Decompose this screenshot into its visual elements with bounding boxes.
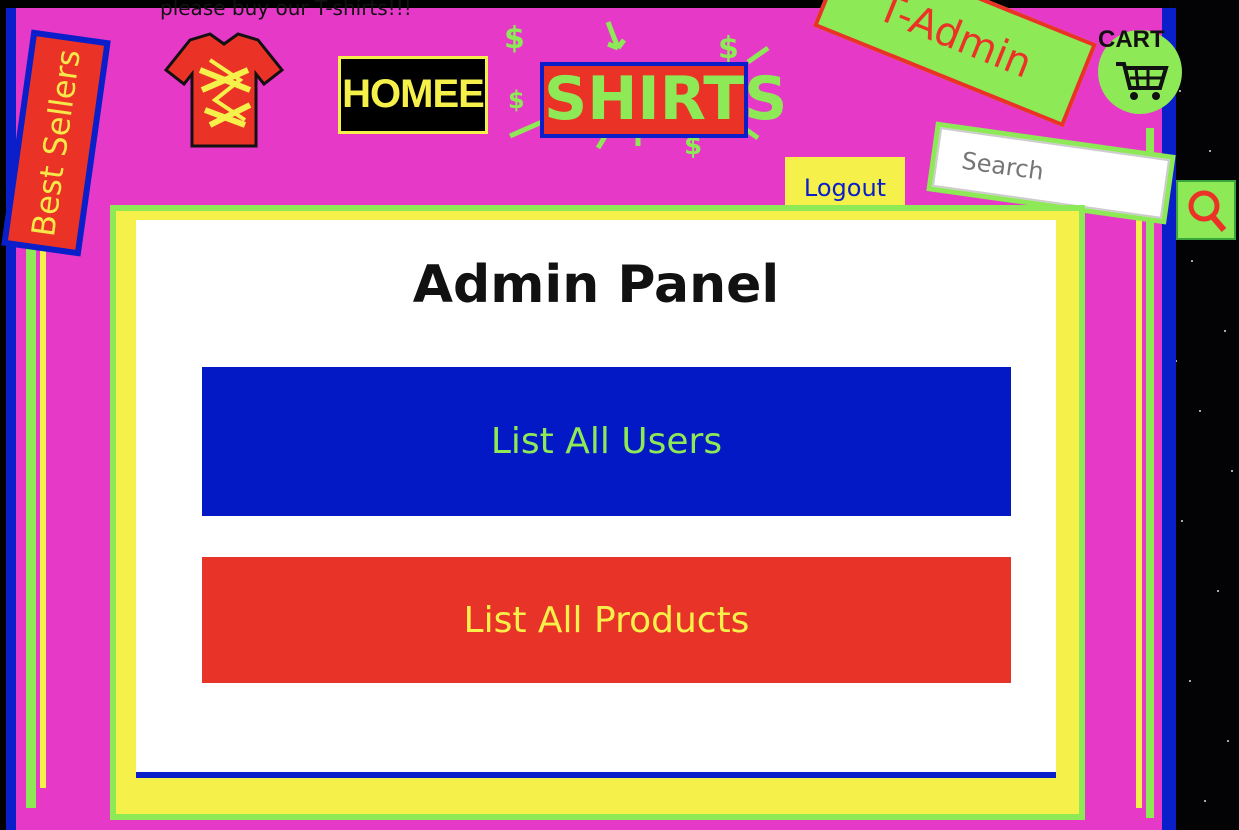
search-button[interactable]: [1176, 180, 1236, 240]
cart-icon: [1116, 62, 1169, 100]
list-all-users-button[interactable]: List All Users: [202, 367, 1011, 516]
search-icon: [1188, 190, 1227, 232]
admin-panel: Admin Panel List All Users List All Prod…: [136, 220, 1056, 778]
page-title: Admin Panel: [412, 255, 780, 315]
list-all-products-button[interactable]: List All Products: [202, 557, 1011, 683]
cart-button[interactable]: CART: [1098, 26, 1182, 114]
svg-text:$: $: [718, 31, 739, 66]
logout-button[interactable]: Logout: [785, 157, 905, 209]
shirts-logo[interactable]: $ $ $ $ SHIRTS: [498, 18, 818, 158]
home-button[interactable]: HOMEE: [338, 56, 488, 134]
best-sellers-label: Best Sellers: [24, 47, 88, 239]
shirts-label: SHIRTS: [540, 62, 787, 138]
tshirt-icon: [160, 30, 288, 150]
svg-text:$: $: [508, 86, 525, 114]
tagline: please buy our T-shirts!!!: [160, 0, 412, 20]
starfield-background: [1169, 0, 1239, 830]
svg-text:$: $: [504, 21, 525, 56]
